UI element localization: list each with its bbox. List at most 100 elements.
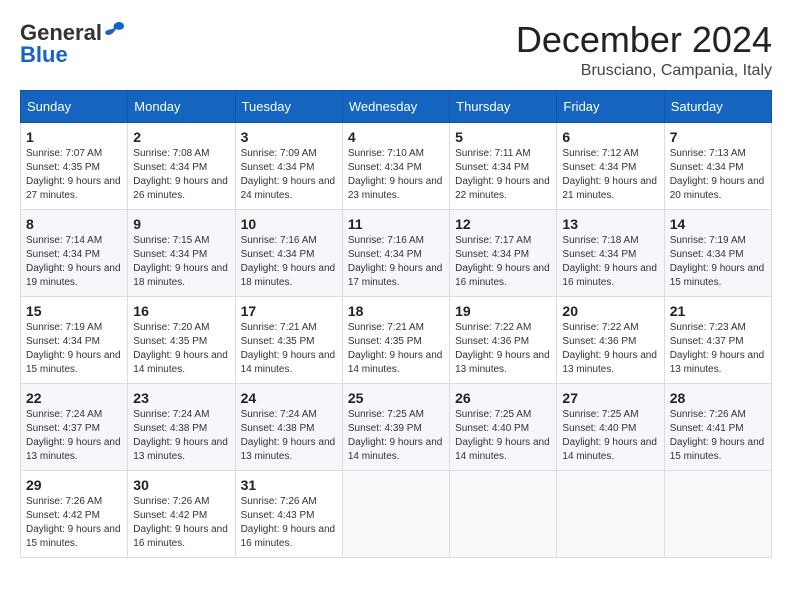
day-info: Sunrise: 7:26 AMSunset: 4:42 PMDaylight:…	[133, 495, 229, 551]
day-info: Sunrise: 7:12 AMSunset: 4:34 PMDaylight:…	[562, 147, 658, 203]
calendar-cell: 15 Sunrise: 7:19 AMSunset: 4:34 PMDayligh…	[21, 296, 128, 383]
day-number: 15	[26, 303, 122, 319]
day-info: Sunrise: 7:21 AMSunset: 4:35 PMDaylight:…	[241, 321, 337, 377]
calendar-header-sunday: Sunday	[21, 90, 128, 122]
calendar-header-row: SundayMondayTuesdayWednesdayThursdayFrid…	[21, 90, 772, 122]
day-number: 9	[133, 216, 229, 232]
day-number: 29	[26, 477, 122, 493]
day-info: Sunrise: 7:22 AMSunset: 4:36 PMDaylight:…	[455, 321, 551, 377]
title-block: December 2024 Brusciano, Campania, Italy	[516, 20, 772, 80]
day-number: 2	[133, 129, 229, 145]
day-number: 8	[26, 216, 122, 232]
calendar-cell: 1 Sunrise: 7:07 AMSunset: 4:35 PMDaylight…	[21, 122, 128, 209]
day-info: Sunrise: 7:08 AMSunset: 4:34 PMDaylight:…	[133, 147, 229, 203]
day-info: Sunrise: 7:23 AMSunset: 4:37 PMDaylight:…	[670, 321, 766, 377]
calendar-table: SundayMondayTuesdayWednesdayThursdayFrid…	[20, 90, 772, 558]
day-info: Sunrise: 7:25 AMSunset: 4:40 PMDaylight:…	[455, 408, 551, 464]
day-info: Sunrise: 7:19 AMSunset: 4:34 PMDaylight:…	[670, 234, 766, 290]
day-info: Sunrise: 7:13 AMSunset: 4:34 PMDaylight:…	[670, 147, 766, 203]
day-number: 6	[562, 129, 658, 145]
day-number: 12	[455, 216, 551, 232]
day-number: 27	[562, 390, 658, 406]
day-number: 13	[562, 216, 658, 232]
day-number: 10	[241, 216, 337, 232]
calendar-cell: 14 Sunrise: 7:19 AMSunset: 4:34 PMDayligh…	[664, 209, 771, 296]
day-info: Sunrise: 7:14 AMSunset: 4:34 PMDaylight:…	[26, 234, 122, 290]
day-info: Sunrise: 7:07 AMSunset: 4:35 PMDaylight:…	[26, 147, 122, 203]
calendar-cell: 24 Sunrise: 7:24 AMSunset: 4:38 PMDayligh…	[235, 383, 342, 470]
day-number: 20	[562, 303, 658, 319]
day-number: 3	[241, 129, 337, 145]
day-number: 23	[133, 390, 229, 406]
day-number: 5	[455, 129, 551, 145]
calendar-cell: 9Sunrise: 7:15 AMSunset: 4:34 PMDaylight…	[128, 209, 235, 296]
calendar-cell	[450, 470, 557, 557]
day-info: Sunrise: 7:26 AMSunset: 4:42 PMDaylight:…	[26, 495, 122, 551]
day-info: Sunrise: 7:18 AMSunset: 4:34 PMDaylight:…	[562, 234, 658, 290]
calendar-week-row: 15 Sunrise: 7:19 AMSunset: 4:34 PMDayligh…	[21, 296, 772, 383]
calendar-header-saturday: Saturday	[664, 90, 771, 122]
calendar-cell: 31 Sunrise: 7:26 AMSunset: 4:43 PMDayligh…	[235, 470, 342, 557]
calendar-cell: 29 Sunrise: 7:26 AMSunset: 4:42 PMDayligh…	[21, 470, 128, 557]
day-number: 14	[670, 216, 766, 232]
day-info: Sunrise: 7:19 AMSunset: 4:34 PMDaylight:…	[26, 321, 122, 377]
calendar-cell: 28Sunrise: 7:26 AMSunset: 4:41 PMDayligh…	[664, 383, 771, 470]
calendar-header-wednesday: Wednesday	[342, 90, 449, 122]
day-info: Sunrise: 7:16 AMSunset: 4:34 PMDaylight:…	[348, 234, 444, 290]
logo: General Blue	[20, 20, 126, 68]
day-number: 16	[133, 303, 229, 319]
day-number: 4	[348, 129, 444, 145]
calendar-cell: 22Sunrise: 7:24 AMSunset: 4:37 PMDayligh…	[21, 383, 128, 470]
day-info: Sunrise: 7:22 AMSunset: 4:36 PMDaylight:…	[562, 321, 658, 377]
day-number: 24	[241, 390, 337, 406]
day-number: 19	[455, 303, 551, 319]
calendar-cell: 10 Sunrise: 7:16 AMSunset: 4:34 PMDayligh…	[235, 209, 342, 296]
logo-bird-icon	[104, 21, 126, 41]
day-number: 7	[670, 129, 766, 145]
calendar-cell	[342, 470, 449, 557]
day-info: Sunrise: 7:26 AMSunset: 4:43 PMDaylight:…	[241, 495, 337, 551]
day-number: 18	[348, 303, 444, 319]
day-number: 21	[670, 303, 766, 319]
day-info: Sunrise: 7:20 AMSunset: 4:35 PMDaylight:…	[133, 321, 229, 377]
calendar-cell: 17 Sunrise: 7:21 AMSunset: 4:35 PMDayligh…	[235, 296, 342, 383]
day-number: 31	[241, 477, 337, 493]
month-title: December 2024	[516, 20, 772, 60]
day-info: Sunrise: 7:17 AMSunset: 4:34 PMDaylight:…	[455, 234, 551, 290]
day-number: 11	[348, 216, 444, 232]
location: Brusciano, Campania, Italy	[516, 62, 772, 80]
day-number: 30	[133, 477, 229, 493]
calendar-cell: 30 Sunrise: 7:26 AMSunset: 4:42 PMDayligh…	[128, 470, 235, 557]
calendar-cell: 21 Sunrise: 7:23 AMSunset: 4:37 PMDayligh…	[664, 296, 771, 383]
calendar-cell: 13 Sunrise: 7:18 AMSunset: 4:34 PMDayligh…	[557, 209, 664, 296]
calendar-header-monday: Monday	[128, 90, 235, 122]
calendar-cell: 5 Sunrise: 7:11 AMSunset: 4:34 PMDaylight…	[450, 122, 557, 209]
day-info: Sunrise: 7:24 AMSunset: 4:38 PMDaylight:…	[241, 408, 337, 464]
day-info: Sunrise: 7:11 AMSunset: 4:34 PMDaylight:…	[455, 147, 551, 203]
calendar-cell: 8 Sunrise: 7:14 AMSunset: 4:34 PMDaylight…	[21, 209, 128, 296]
day-number: 1	[26, 129, 122, 145]
calendar-cell	[664, 470, 771, 557]
day-number: 17	[241, 303, 337, 319]
calendar-header-thursday: Thursday	[450, 90, 557, 122]
calendar-week-row: 8 Sunrise: 7:14 AMSunset: 4:34 PMDaylight…	[21, 209, 772, 296]
calendar-cell: 2 Sunrise: 7:08 AMSunset: 4:34 PMDaylight…	[128, 122, 235, 209]
day-number: 26	[455, 390, 551, 406]
calendar-cell: 26 Sunrise: 7:25 AMSunset: 4:40 PMDayligh…	[450, 383, 557, 470]
day-info: Sunrise: 7:25 AMSunset: 4:40 PMDaylight:…	[562, 408, 658, 464]
day-info: Sunrise: 7:25 AMSunset: 4:39 PMDaylight:…	[348, 408, 444, 464]
calendar-week-row: 22Sunrise: 7:24 AMSunset: 4:37 PMDayligh…	[21, 383, 772, 470]
calendar-cell	[557, 470, 664, 557]
day-info: Sunrise: 7:16 AMSunset: 4:34 PMDaylight:…	[241, 234, 337, 290]
calendar-cell: 18Sunrise: 7:21 AMSunset: 4:35 PMDayligh…	[342, 296, 449, 383]
calendar-cell: 20 Sunrise: 7:22 AMSunset: 4:36 PMDayligh…	[557, 296, 664, 383]
day-info: Sunrise: 7:09 AMSunset: 4:34 PMDaylight:…	[241, 147, 337, 203]
calendar-cell: 11 Sunrise: 7:16 AMSunset: 4:34 PMDayligh…	[342, 209, 449, 296]
calendar-header-tuesday: Tuesday	[235, 90, 342, 122]
day-info: Sunrise: 7:26 AMSunset: 4:41 PMDaylight:…	[670, 408, 766, 464]
logo-blue: Blue	[20, 42, 68, 68]
calendar-cell: 6 Sunrise: 7:12 AMSunset: 4:34 PMDaylight…	[557, 122, 664, 209]
calendar-cell: 7 Sunrise: 7:13 AMSunset: 4:34 PMDaylight…	[664, 122, 771, 209]
page-header: General Blue December 2024 Brusciano, Ca…	[20, 20, 772, 80]
calendar-cell: 12 Sunrise: 7:17 AMSunset: 4:34 PMDayligh…	[450, 209, 557, 296]
